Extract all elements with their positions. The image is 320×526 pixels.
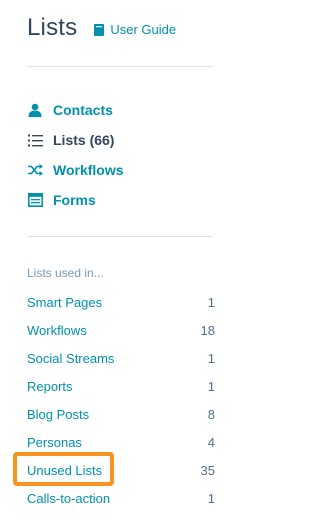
shuffle-icon [27, 162, 43, 178]
user-guide-label: User Guide [110, 21, 177, 37]
list-item-count: 1 [207, 378, 215, 394]
list-item-link-social-streams[interactable]: Social Streams [27, 351, 114, 366]
list-item: Calls-to-action 1 [27, 484, 215, 512]
user-guide-link[interactable]: User Guide [94, 22, 176, 37]
list-item-link-personas[interactable]: Personas [27, 435, 82, 450]
list-item: Social Streams 1 [27, 344, 215, 372]
list-item-link-workflows[interactable]: Workflows [27, 323, 87, 338]
list-item-link-smart-pages[interactable]: Smart Pages [27, 295, 102, 310]
nav-item-lists[interactable]: Lists (66) [27, 125, 124, 155]
form-icon [27, 192, 43, 208]
list-item-count: 4 [207, 434, 215, 450]
page-title: Lists [27, 14, 78, 41]
list-item: Blog Posts 8 [27, 400, 215, 428]
divider [27, 236, 213, 237]
nav-item-workflows[interactable]: Workflows [27, 155, 124, 185]
highlight-box [13, 452, 114, 486]
page-header: Lists User Guide [27, 14, 176, 42]
list-item-count: 1 [207, 294, 215, 310]
list-item-link-reports[interactable]: Reports [27, 379, 73, 394]
book-icon [94, 24, 105, 36]
list-item-count: 1 [207, 490, 215, 506]
list-item: Smart Pages 1 [27, 288, 215, 316]
list-item-count: 8 [207, 406, 215, 422]
person-icon [27, 102, 43, 118]
list-icon [27, 132, 43, 148]
nav-item-label: Workflows [53, 162, 124, 178]
list-item: Reports 1 [27, 372, 215, 400]
divider [27, 66, 213, 67]
nav-item-contacts[interactable]: Contacts [27, 95, 124, 125]
list-item-link-blog-posts[interactable]: Blog Posts [27, 407, 89, 422]
list-item-link-calls-to-action[interactable]: Calls-to-action [27, 491, 110, 506]
nav-item-label: Forms [53, 192, 96, 208]
list-item-count: 18 [200, 322, 215, 338]
sidebar-nav: Contacts Lists (66) Workflows Forms [27, 95, 124, 215]
nav-item-label: Contacts [53, 102, 113, 118]
list-item-count: 35 [200, 462, 215, 478]
nav-item-label: Lists (66) [53, 132, 115, 148]
list-item: Workflows 18 [27, 316, 215, 344]
list-item-count: 1 [207, 350, 215, 366]
nav-item-forms[interactable]: Forms [27, 185, 124, 215]
section-heading: Lists used in... [27, 266, 104, 280]
